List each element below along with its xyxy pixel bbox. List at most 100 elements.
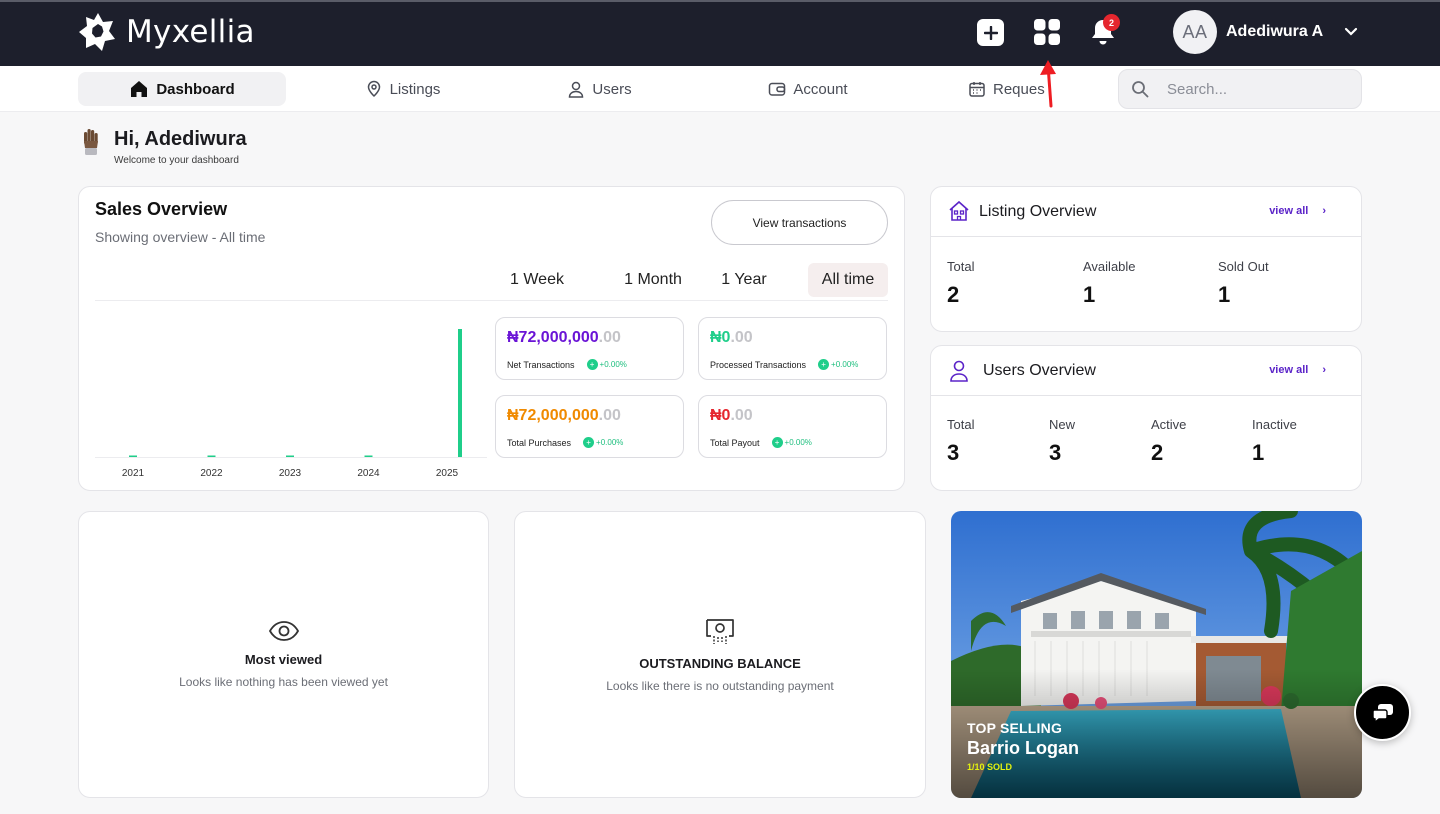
sales-divider (95, 300, 888, 301)
arrow-up-icon: + (583, 437, 595, 448)
outstanding-subtitle: Looks like there is no outstanding payme… (606, 679, 834, 693)
outstanding-title: OUTSTANDING BALANCE (639, 656, 801, 671)
chat-button[interactable] (1354, 684, 1411, 741)
nav-dashboard-label: Dashboard (156, 80, 235, 98)
plus-icon (983, 25, 998, 40)
most-viewed-title: Most viewed (244, 652, 323, 667)
chart-bar-2025 (458, 329, 462, 457)
stat-amount-decimals: .00 (730, 407, 753, 424)
stat-label-row: Total Payout + +0.00% (710, 437, 812, 448)
search-input[interactable] (1167, 80, 1347, 98)
outstanding-balance-card: OUTSTANDING BALANCE Looks like there is … (514, 511, 926, 798)
nav-users-label: Users (592, 80, 632, 98)
users-view-all-link[interactable]: view all › (1269, 364, 1326, 376)
stat-label-row: Processed Transactions + +0.00% (710, 359, 858, 370)
house-icon (949, 200, 969, 221)
period-1-week[interactable]: 1 Week (502, 263, 572, 297)
arrow-up-icon: + (586, 359, 598, 370)
wallet-icon (769, 82, 786, 96)
chevron-right-icon: › (1322, 364, 1326, 376)
nav-account-label: Account (793, 80, 848, 98)
greeting-subtitle: Welcome to your dashboard (114, 155, 239, 166)
sales-title: Sales Overview (95, 199, 228, 219)
avatar: AA (1173, 10, 1217, 54)
stat-change-value: +0.00% (784, 438, 812, 447)
listing-view-all-link[interactable]: view all › (1269, 205, 1326, 217)
user-name: Adediwura A (1226, 23, 1324, 40)
metric-label: Active (1151, 417, 1187, 432)
period-all-time[interactable]: All time (808, 263, 888, 297)
nav-account[interactable]: Account (752, 72, 864, 106)
search-box[interactable] (1118, 69, 1362, 109)
stat-amount: ₦72,000,000.00 (507, 407, 621, 425)
most-viewed-subtitle: Looks like nothing has been viewed yet (179, 675, 388, 689)
period-1-month[interactable]: 1 Month (603, 263, 703, 297)
top-selling-card[interactable]: TOP SELLING Barrio Logan 1/10 SOLD (951, 511, 1362, 798)
stat-change: + +0.00% (586, 359, 627, 370)
chart-bar-2022 (207, 455, 216, 457)
metric-value: 3 (1049, 440, 1062, 465)
calendar-icon (969, 82, 985, 97)
notification-badge: 2 (1103, 14, 1120, 31)
stat-amount: ₦0.00 (710, 407, 753, 425)
stat-label-row: Total Purchases + +0.00% (507, 437, 623, 448)
nav-users[interactable]: Users (552, 72, 647, 106)
users-metric-total: Total 3 (947, 417, 974, 466)
nav-listings[interactable]: Listings (340, 72, 465, 106)
listing-metric-available: Available 1 (1083, 259, 1136, 308)
promo-tag: TOP SELLING (967, 720, 1063, 736)
sales-subtitle: Showing overview - All time (95, 229, 266, 245)
money-icon (706, 619, 734, 644)
metric-value: 1 (1218, 282, 1231, 307)
stat-amount-value: ₦0 (710, 407, 731, 424)
stat-amount-value: ₦72,000,000 (507, 329, 599, 346)
brand-name: Myxellia (126, 14, 255, 50)
chart-tick-label: 2022 (200, 468, 223, 479)
top-bar: Myxellia 2 AA Adediwura A (0, 0, 1440, 66)
chevron-right-icon: › (1322, 205, 1326, 217)
stat-change-value: +0.00% (599, 360, 627, 369)
chart-bar-2024 (364, 455, 373, 457)
listing-overview-title: Listing Overview (979, 203, 1097, 220)
chart-bar-2021 (129, 455, 137, 457)
annotation-arrow-icon (1040, 60, 1056, 108)
sales-overview-card: Sales Overview Showing overview - All ti… (78, 186, 905, 491)
period-1-year[interactable]: 1 Year (714, 263, 774, 297)
user-menu[interactable]: AA Adediwura A (1173, 10, 1358, 54)
nav-listings-label: Listings (389, 80, 441, 98)
most-viewed-card: Most viewed Looks like nothing has been … (78, 511, 489, 798)
stat-change: + +0.00% (771, 437, 812, 448)
users-metric-active: Active 2 (1151, 417, 1186, 466)
notifications-button[interactable]: 2 (1089, 14, 1120, 46)
stat-change-value: +0.00% (596, 438, 624, 447)
metric-label: Available (1083, 259, 1136, 274)
apps-button[interactable] (1033, 18, 1061, 46)
stat-change-value: +0.00% (831, 360, 859, 369)
nav-bar: Dashboard Listings Users Account Reques (0, 66, 1440, 112)
view-all-label: view all (1269, 364, 1309, 376)
metric-label: Inactive (1252, 417, 1297, 432)
metric-label: New (1049, 417, 1076, 432)
view-transactions-button[interactable]: View transactions (711, 200, 888, 245)
brand-logo[interactable]: Myxellia (78, 12, 255, 52)
arrow-up-icon: + (771, 437, 783, 448)
metric-label: Total (947, 417, 975, 432)
stat-processed-transactions: ₦0.00 Processed Transactions + +0.00% (698, 317, 887, 380)
metric-label: Sold Out (1218, 259, 1269, 274)
stat-label: Total Payout (710, 437, 760, 448)
stat-amount-value: ₦0 (710, 329, 731, 346)
metric-value: 2 (947, 282, 960, 307)
stat-amount: ₦72,000,000.00 (507, 329, 621, 347)
nav-dashboard[interactable]: Dashboard (78, 72, 286, 106)
metric-value: 3 (947, 440, 960, 465)
stat-total-payout: ₦0.00 Total Payout + +0.00% (698, 395, 887, 458)
stat-label: Net Transactions (507, 359, 575, 370)
add-button[interactable] (977, 19, 1004, 46)
stat-amount-decimals: .00 (598, 329, 621, 346)
metric-value: 1 (1083, 282, 1096, 307)
users-metric-new: New 3 (1049, 417, 1075, 466)
greeting: Hi, Adediwura Welcome to your dashboard (82, 128, 247, 166)
stat-label-row: Net Transactions + +0.00% (507, 359, 627, 370)
greeting-title: Hi, Adediwura (114, 128, 247, 150)
metric-value: 2 (1151, 440, 1164, 465)
